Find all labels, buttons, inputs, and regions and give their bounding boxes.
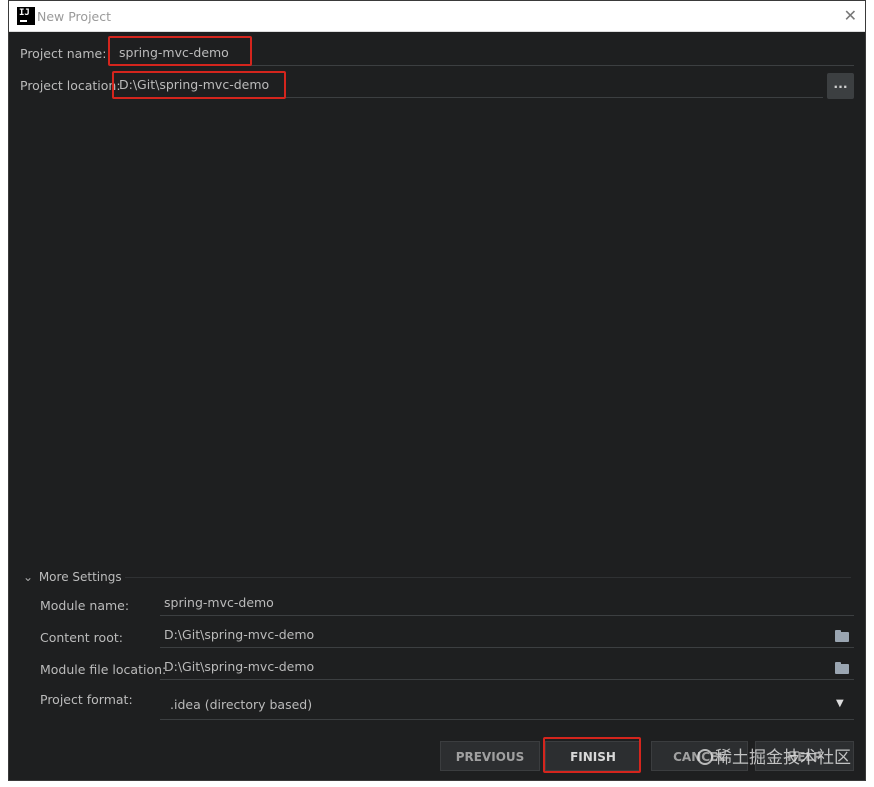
previous-button[interactable]: PREVIOUS: [440, 741, 540, 771]
module-name-label: Module name:: [40, 598, 130, 613]
browse-button[interactable]: ...: [827, 73, 854, 99]
project-format-label: Project format:: [40, 692, 133, 707]
section-divider: [125, 577, 851, 578]
project-location-label: Project location:: [20, 78, 121, 93]
finish-highlight: [543, 737, 641, 773]
content-root-input[interactable]: D:\Git\spring-mvc-demo: [160, 623, 854, 648]
folder-icon[interactable]: [835, 630, 849, 642]
module-file-location-label: Module file location:: [40, 662, 167, 677]
project-name-highlight: [108, 36, 252, 66]
project-format-select[interactable]: .idea (directory based): [160, 691, 854, 720]
chevron-down-icon: ⌄: [23, 570, 34, 584]
title-bar: IJ New Project ✕: [9, 1, 865, 32]
module-file-location-input[interactable]: D:\Git\spring-mvc-demo: [160, 655, 854, 680]
watermark-logo-icon: [697, 749, 713, 765]
watermark-text: 稀土掘金技术社区: [715, 748, 851, 768]
project-name-label: Project name:: [20, 46, 107, 61]
module-name-input[interactable]: spring-mvc-demo: [160, 591, 854, 616]
content-root-label: Content root:: [40, 630, 123, 645]
more-settings-title: More Settings: [38, 570, 122, 584]
folder-icon[interactable]: [835, 662, 849, 674]
close-icon[interactable]: ✕: [844, 6, 857, 25]
new-project-dialog: IJ New Project ✕ Project name: spring-mv…: [8, 0, 866, 781]
dropdown-arrow-icon[interactable]: ▼: [836, 698, 844, 709]
more-settings-toggle[interactable]: ⌄ More Settings: [23, 570, 122, 584]
project-location-highlight: [112, 71, 286, 99]
intellij-logo-icon: IJ: [17, 7, 35, 25]
dialog-title: New Project: [37, 9, 112, 24]
watermark: 稀土掘金技术社区: [697, 743, 851, 768]
